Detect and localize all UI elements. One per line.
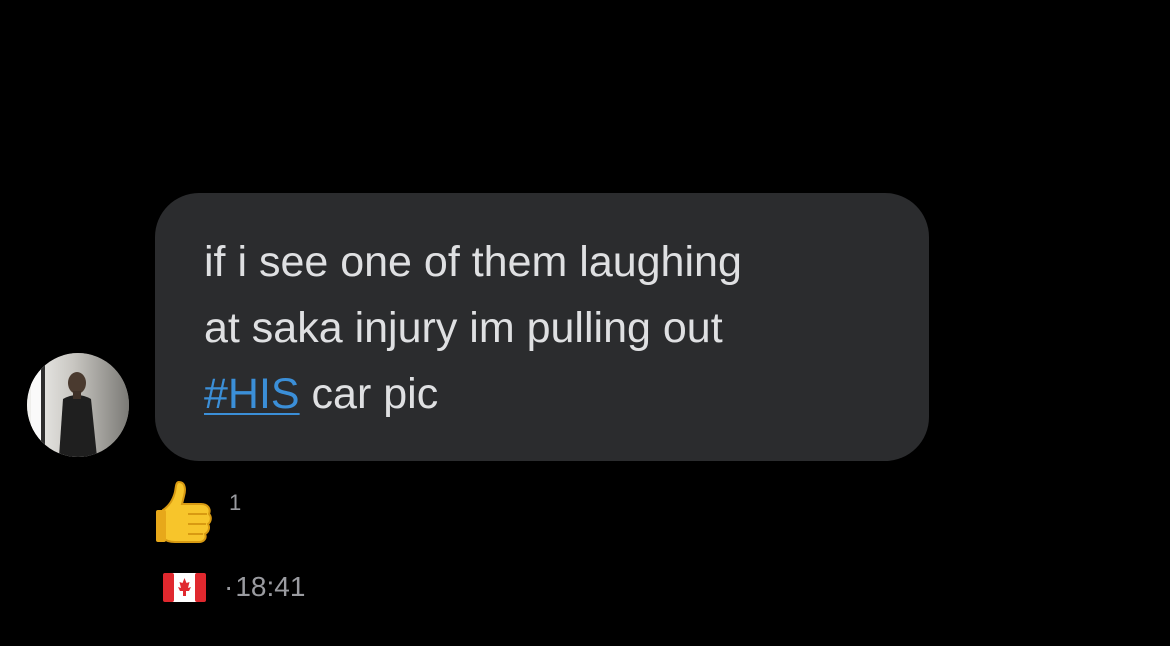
thumbs-up-icon <box>156 480 212 543</box>
reaction-badge[interactable]: 1 <box>155 480 241 546</box>
avatar-photo-icon <box>27 353 129 457</box>
avatar[interactable] <box>27 353 129 457</box>
message-line-3: #HIS car pic <box>204 369 438 419</box>
message-line-3-text: car pic <box>299 370 439 418</box>
meta-separator: · <box>224 571 234 602</box>
chat-area: if i see one of them laughing at saka in… <box>0 0 1170 646</box>
reaction-count: 1 <box>229 490 242 515</box>
hashtag-link[interactable]: #HIS <box>204 370 300 418</box>
message-line-1: if i see one of them laughing <box>204 238 742 286</box>
message-meta: · 18:41 <box>163 572 305 602</box>
canada-flag-icon <box>163 572 206 602</box>
message-bubble[interactable]: if i see one of them laughing at saka in… <box>155 193 929 461</box>
message-line-2: at saka injury im pulling out <box>204 304 723 352</box>
message-timestamp: 18:41 <box>235 571 306 602</box>
